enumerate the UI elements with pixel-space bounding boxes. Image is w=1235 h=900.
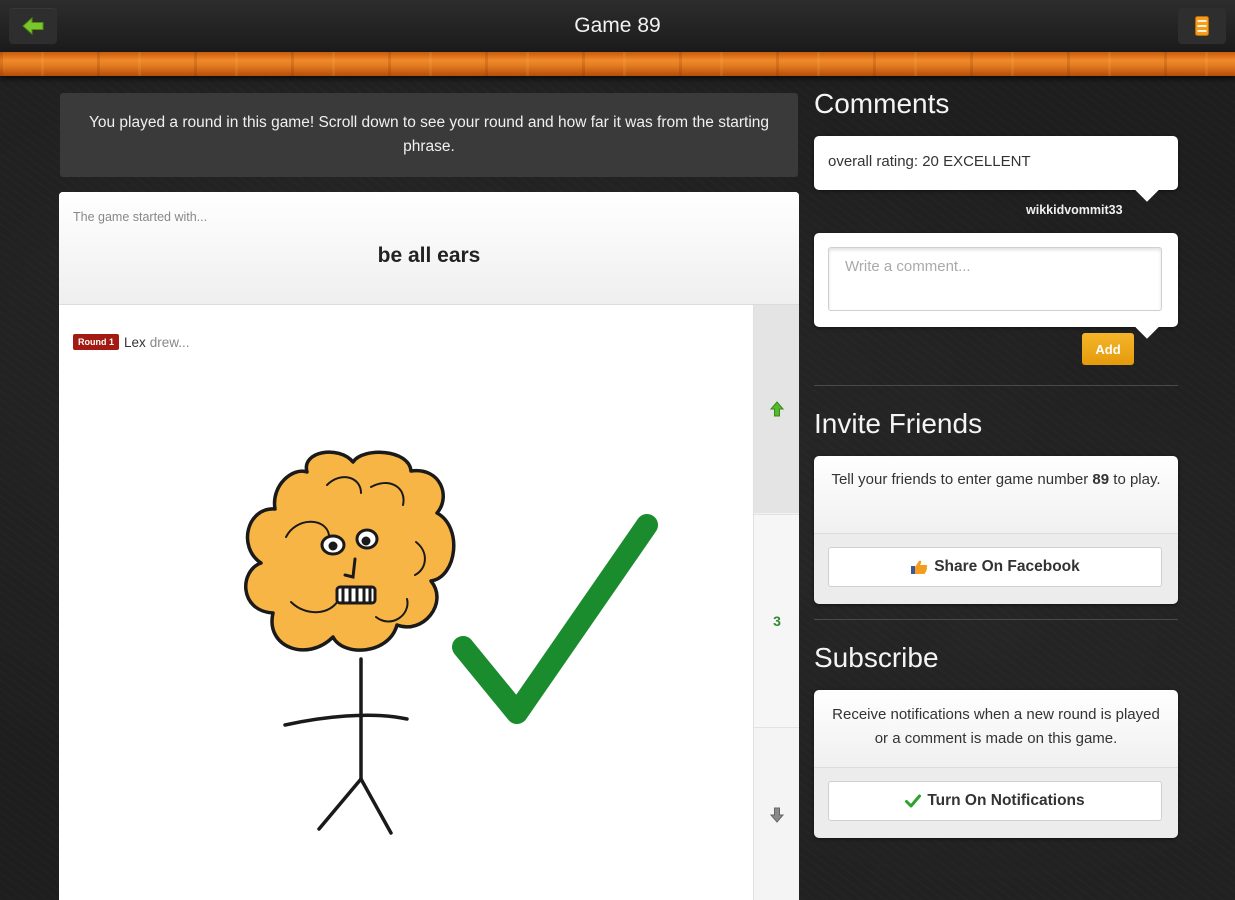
- downvote-button[interactable]: [754, 727, 799, 900]
- wood-divider: [0, 52, 1235, 76]
- comment-bubble: overall rating: 20 EXCELLENT: [814, 136, 1178, 202]
- comment-input[interactable]: [828, 247, 1162, 311]
- invite-actions: Share On Facebook: [814, 534, 1178, 604]
- bubble-tail: [1134, 176, 1160, 202]
- upvote-button[interactable]: [754, 305, 799, 513]
- stick-body-drawing: [283, 657, 409, 835]
- checkmark-icon: [905, 794, 922, 808]
- invite-title: Invite Friends: [814, 408, 983, 439]
- game-card: The game started with... be all ears Rou…: [59, 192, 799, 900]
- invite-panel: Tell your friends to enter game number 8…: [814, 456, 1178, 604]
- share-facebook-label: Share On Facebook: [934, 558, 1080, 575]
- top-bar: Game 89: [0, 0, 1235, 52]
- share-facebook-button[interactable]: Share On Facebook: [828, 547, 1162, 587]
- subscribe-title: Subscribe: [814, 642, 939, 673]
- checkmark-drawing: [452, 514, 658, 724]
- subscribe-text: Receive notifications when a new round i…: [814, 690, 1178, 768]
- started-label: The game started with...: [73, 210, 208, 224]
- comment-author[interactable]: wikkidvommit33: [1026, 203, 1123, 217]
- invite-text: Tell your friends to enter game number 8…: [814, 456, 1178, 534]
- invite-text-after: to play.: [1113, 471, 1161, 488]
- invite-text-before: Tell your friends to enter game number: [831, 471, 1089, 488]
- page-title: Game 89: [574, 14, 661, 37]
- section-divider: [814, 385, 1178, 386]
- thumbs-up-icon: [910, 559, 928, 575]
- arrow-down-icon: [770, 807, 784, 823]
- round-drawing: [71, 367, 739, 900]
- starting-phrase-header: The game started with... be all ears: [59, 192, 799, 305]
- menu-icon: [1195, 16, 1209, 36]
- comment-text: overall rating: 20 EXCELLENT: [828, 153, 1031, 170]
- subscribe-panel: Receive notifications when a new round i…: [814, 690, 1178, 838]
- played-notice: You played a round in this game! Scroll …: [60, 93, 798, 177]
- round-badge: Round 1: [73, 334, 119, 350]
- cloud-head-drawing: [244, 450, 456, 652]
- vote-rail: 3: [753, 305, 799, 900]
- bubble-tail: [1134, 313, 1160, 339]
- arrow-up-icon: [770, 401, 784, 417]
- player-name[interactable]: Lex: [124, 335, 146, 350]
- add-comment-button[interactable]: Add: [1082, 333, 1134, 365]
- subscribe-actions: Turn On Notifications: [814, 768, 1178, 838]
- section-divider: [814, 619, 1178, 620]
- invite-game-number: 89: [1092, 471, 1110, 488]
- round-entry: Round 1 Lex drew...: [59, 305, 753, 900]
- vote-count: 3: [754, 514, 799, 727]
- drawing-image: [244, 450, 658, 835]
- back-button[interactable]: [9, 8, 57, 44]
- round-action: drew...: [149, 334, 190, 350]
- comment-form: [814, 233, 1178, 339]
- back-arrow-icon: [22, 17, 44, 35]
- notifications-label: Turn On Notifications: [927, 792, 1085, 809]
- menu-button[interactable]: [1178, 8, 1226, 44]
- notice-text: You played a round in this game! Scroll …: [88, 114, 770, 155]
- round-header: Round 1 Lex drew...: [73, 334, 190, 350]
- turn-on-notifications-button[interactable]: Turn On Notifications: [828, 781, 1162, 821]
- starting-phrase: be all ears: [377, 244, 481, 267]
- comments-title: Comments: [814, 88, 950, 119]
